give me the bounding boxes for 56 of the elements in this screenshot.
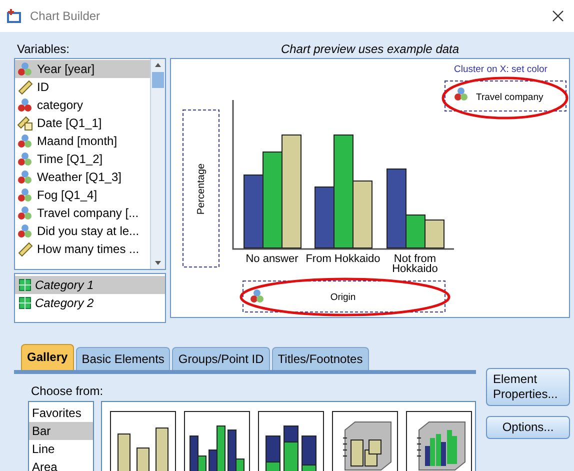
category-axis-label: Not from Hokkaido <box>392 253 438 275</box>
variable-item[interactable]: Time [Q1_2] <box>15 150 150 168</box>
element-properties-button[interactable]: Element Properties... <box>486 368 570 406</box>
nominal-measure-icon <box>17 169 33 185</box>
variable-item[interactable]: Maand [month] <box>15 132 150 150</box>
scroll-thumb[interactable] <box>152 72 164 88</box>
category-item[interactable]: Category 2 <box>15 294 165 312</box>
chart-type-item[interactable]: Bar <box>29 422 93 440</box>
cluster-hint: Cluster on X: set color <box>454 64 548 75</box>
variable-item[interactable]: ID <box>15 78 150 96</box>
variable-item[interactable]: How many times ... <box>15 240 150 258</box>
chart-type-item[interactable]: Line <box>29 440 93 458</box>
scrollbar[interactable] <box>150 59 165 269</box>
chart-type-item[interactable]: Favorites <box>29 404 93 422</box>
nominal-measure-icon <box>17 61 33 77</box>
chart-thumbnail[interactable] <box>110 411 176 471</box>
nominal-measure-icon <box>17 223 33 239</box>
chart-thumbnail[interactable] <box>184 411 250 471</box>
window-title: Chart Builder <box>30 9 102 23</box>
variable-item[interactable]: Did you stay at le... <box>15 222 150 240</box>
bar <box>424 220 444 248</box>
chart-thumbnail[interactable] <box>406 411 472 471</box>
ruler-icon <box>17 241 33 257</box>
variables-label: Variables: <box>16 41 70 58</box>
preview-note: Chart preview uses example data <box>280 41 460 58</box>
x-axis-drop-zone[interactable]: Origin <box>242 280 446 312</box>
tab[interactable]: Gallery <box>21 344 74 370</box>
category-axis-label: No answer <box>246 253 298 265</box>
ruler-calendar-icon <box>17 115 33 131</box>
chart-thumbnail[interactable] <box>258 411 324 471</box>
options-button[interactable]: Options... <box>486 416 570 439</box>
nominal-measure-icon <box>17 187 33 203</box>
variable-item[interactable]: Travel company [... <box>15 204 150 222</box>
y-axis-drop-zone[interactable]: Percentage <box>182 110 220 268</box>
chart-type-item[interactable]: Area <box>29 458 93 471</box>
tab[interactable]: Basic Elements <box>76 347 170 370</box>
grid-icon <box>19 279 31 291</box>
variable-item[interactable]: Weather [Q1_3] <box>15 168 150 186</box>
cluster-drop-zone[interactable]: Travel company <box>444 80 566 112</box>
nominal-measure-icon <box>17 133 33 149</box>
app-icon <box>6 8 22 24</box>
variable-item[interactable]: Date [Q1_1] <box>15 114 150 132</box>
category-item[interactable]: Category 1 <box>15 276 165 294</box>
close-icon[interactable] <box>552 10 564 22</box>
variable-item[interactable]: Fog [Q1_4] <box>15 186 150 204</box>
grid-icon <box>19 297 31 309</box>
choose-from-label: Choose from: <box>30 383 104 400</box>
nominal-measure-icon <box>17 205 33 221</box>
variable-item[interactable]: Year [year] <box>15 60 150 78</box>
nominal-measure-icon <box>17 151 33 167</box>
tab[interactable]: Titles/Footnotes <box>272 347 369 370</box>
chart-thumbnail[interactable] <box>332 411 398 471</box>
variable-item[interactable]: category <box>15 96 150 114</box>
nominal-measure-icon <box>17 97 33 113</box>
category-axis-label: From Hokkaido <box>306 253 380 265</box>
tab[interactable]: Groups/Point ID <box>172 347 270 370</box>
